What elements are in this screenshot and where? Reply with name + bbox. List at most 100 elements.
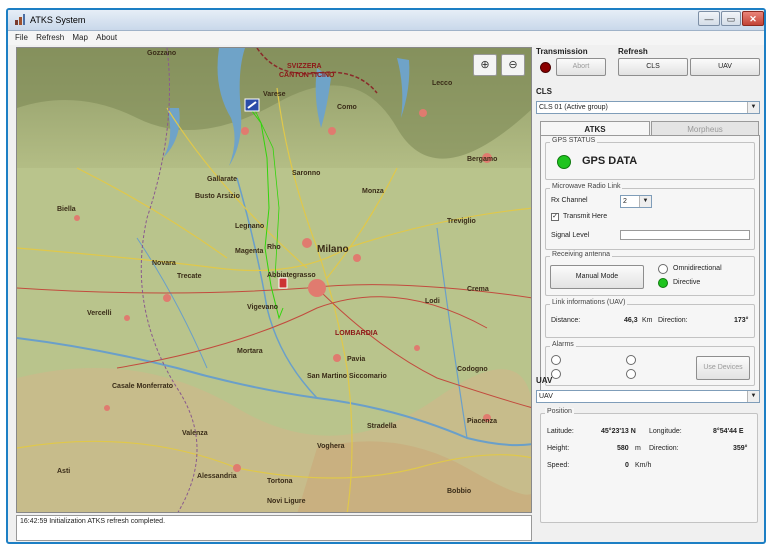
map-label-san-martino: San Martino Siccomario — [307, 373, 387, 380]
speed-value: 0 — [625, 462, 629, 469]
alarms-title: Alarms — [550, 341, 576, 348]
latitude-label: Latitude: — [547, 428, 574, 435]
uav-position-title: Position — [545, 408, 574, 415]
alarms-group: Alarms Use Devices — [545, 341, 755, 386]
distance-label: Distance: — [551, 317, 581, 324]
receiving-antenna-title: Receiving antenna — [550, 251, 612, 258]
map-label-novara: Novara — [152, 260, 176, 267]
map-label-lodi: Lodi — [425, 298, 440, 305]
signal-level-label: Signal Level — [551, 232, 590, 239]
distance-unit: Km — [642, 317, 653, 324]
rx-channel-select[interactable]: 2 ▼ — [620, 195, 652, 208]
dropdown-arrow-icon: ▼ — [747, 391, 759, 402]
map-label-monza: Monza — [362, 188, 384, 195]
height-label: Height: — [547, 445, 570, 452]
refresh-uav-button[interactable]: UAV — [690, 58, 760, 76]
transmit-here-label: Transmit Here — [563, 213, 608, 220]
map-label-asti: Asti — [57, 468, 71, 475]
directive-label: Directive — [673, 279, 701, 286]
speed-label: Speed: — [547, 462, 570, 469]
close-button[interactable]: ✕ — [742, 11, 764, 26]
map-label-novi-ligure: Novi Ligure — [267, 498, 306, 505]
refresh-cls-button[interactable]: CLS — [618, 58, 688, 76]
zoom-out-button[interactable]: ⊖ — [501, 54, 525, 76]
map-label-lombardia: LOMBARDIA — [335, 330, 378, 337]
uav-position-group: Position Latitude: 45°23'13 N Longitude:… — [540, 408, 758, 523]
abort-button[interactable]: Abort — [556, 58, 606, 76]
log-console: 16:42:59 Initialization ATKS refresh com… — [16, 515, 532, 541]
longitude-label: Longitude: — [649, 428, 682, 435]
longitude-value: 8°54'44 E — [713, 428, 744, 435]
uav-direction-label: Direction: — [649, 445, 679, 452]
gps-status-group: GPS STATUS GPS DATA — [545, 137, 755, 180]
map-label-trecate: Trecate — [177, 273, 202, 280]
gps-status-led — [557, 155, 571, 169]
tab-morpheus[interactable]: Morpheus — [651, 121, 759, 136]
app-logo-icon — [15, 14, 25, 25]
map-label-codogno: Codogno — [457, 366, 488, 373]
map-label-vercelli: Vercelli — [87, 310, 112, 317]
map-label-valenza: Valenza — [182, 430, 208, 437]
application-window: ATKS System — ▭ ✕ File Refresh Map About — [6, 8, 766, 544]
map-canvas — [17, 48, 531, 512]
tab-atks[interactable]: ATKS — [540, 121, 650, 136]
directive-radio[interactable] — [658, 278, 668, 288]
zoom-in-button[interactable]: ⊕ — [473, 54, 497, 76]
map-label-casale-monferrato: Casale Monferrato — [112, 383, 174, 390]
uav-label: UAV — [536, 376, 553, 385]
use-devices-button[interactable]: Use Devices — [696, 356, 750, 380]
map-label-lecco: Lecco — [432, 80, 453, 87]
map-label-varese: Varese — [263, 91, 286, 98]
omnidirectional-label: Omnidirectional — [673, 265, 722, 272]
uav-select[interactable]: UAV ▼ — [536, 390, 760, 403]
window-title: ATKS System — [30, 15, 86, 25]
signal-level-bar — [620, 230, 750, 240]
alarm-indicator-4 — [626, 369, 636, 379]
speed-unit: Km/h — [635, 462, 652, 469]
map-label-voghera: Voghera — [317, 443, 345, 450]
dropdown-arrow-icon: ▼ — [747, 102, 759, 113]
log-message: 16:42:59 Initialization ATKS refresh com… — [20, 518, 166, 525]
cls-group-select[interactable]: CLS 01 (Active group) ▼ — [536, 101, 760, 114]
map-label-vigevano: Vigevano — [247, 304, 278, 311]
gps-status-title: GPS STATUS — [550, 137, 598, 144]
direction-value: 173° — [734, 317, 749, 324]
map-label-bobbio: Bobbio — [447, 488, 472, 495]
transmission-status-led — [540, 62, 551, 73]
dropdown-arrow-icon: ▼ — [639, 196, 651, 207]
receiving-antenna-group: Receiving antenna Manual Mode Omnidirect… — [545, 251, 755, 296]
map-label-stradella: Stradella — [367, 423, 397, 430]
atks-tab-panel: GPS STATUS GPS DATA Microwave Radio Link… — [540, 135, 760, 391]
height-value: 580 — [617, 445, 629, 452]
map-view[interactable]: Gozzano SVIZZERA CANTON TICINO Lecco Var… — [16, 47, 532, 513]
map-label-alessandria: Alessandria — [197, 473, 237, 480]
maximize-button[interactable]: ▭ — [721, 11, 741, 26]
gps-status-value: GPS DATA — [582, 155, 638, 167]
map-label-pavia: Pavia — [347, 356, 366, 363]
menu-refresh[interactable]: Refresh — [33, 31, 67, 45]
map-label-milano: Milano — [317, 244, 349, 255]
map-label-busto-arsizio: Busto Arsizio — [195, 193, 240, 200]
transmission-label: Transmission — [536, 47, 588, 56]
direction-label: Direction: — [658, 317, 688, 324]
manual-mode-button[interactable]: Manual Mode — [550, 265, 644, 289]
link-info-title: Link informations (UAV) — [550, 299, 628, 306]
map-label-crema: Crema — [467, 286, 489, 293]
map-label-magenta: Magenta — [235, 248, 264, 255]
menu-bar: File Refresh Map About — [8, 31, 764, 45]
map-label-treviglio: Treviglio — [447, 218, 476, 225]
map-label-saronno: Saronno — [292, 170, 321, 177]
rx-channel-value: 2 — [623, 198, 627, 205]
menu-file[interactable]: File — [12, 31, 31, 45]
menu-map[interactable]: Map — [69, 31, 91, 45]
menu-about[interactable]: About — [93, 31, 120, 45]
cls-selected-value: CLS 01 (Active group) — [539, 104, 608, 111]
distance-value: 46,3 — [624, 317, 638, 324]
control-panel: Transmission Refresh Abort CLS UAV CLS C… — [536, 47, 762, 541]
transmit-here-checkbox[interactable]: ✓ — [551, 213, 559, 221]
omnidirectional-radio[interactable] — [658, 264, 668, 274]
map-label-biella: Biella — [57, 206, 76, 213]
minimize-button[interactable]: — — [698, 11, 720, 26]
map-label-legnano: Legnano — [235, 223, 265, 230]
map-label-piacenza: Piacenza — [467, 418, 497, 425]
